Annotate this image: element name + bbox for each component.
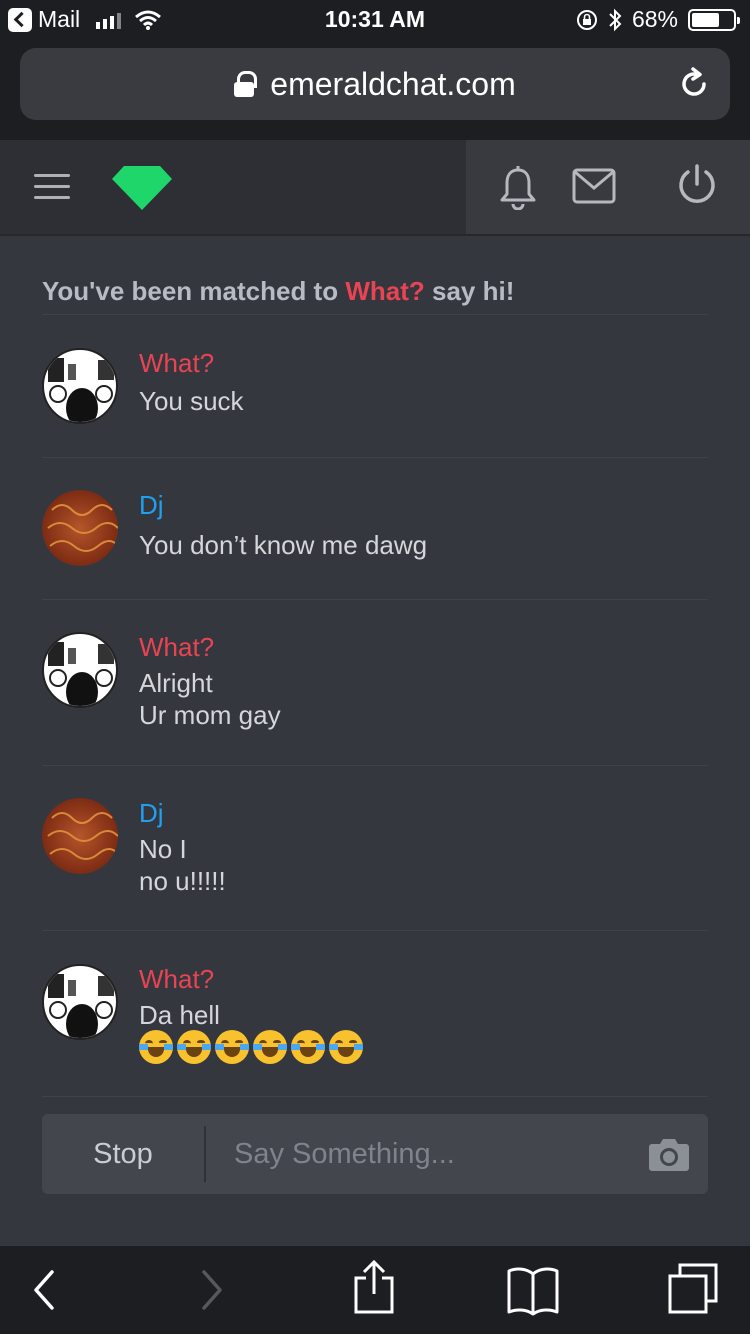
menu-icon[interactable] [34, 174, 70, 200]
message-input[interactable] [234, 1126, 634, 1182]
message-text: no u!!!!! [139, 866, 226, 896]
browser-chrome: emeraldchat.com [0, 40, 750, 140]
forward-icon[interactable] [198, 1266, 226, 1314]
battery-fill [692, 12, 720, 27]
url-text[interactable]: emeraldchat.com [270, 66, 515, 103]
bookmarks-icon[interactable] [506, 1266, 560, 1316]
match-partner-name[interactable]: What? [345, 276, 424, 306]
avatar[interactable] [42, 964, 118, 1040]
bluetooth-icon [609, 8, 622, 31]
avatar[interactable] [42, 348, 118, 424]
back-icon[interactable] [30, 1266, 58, 1314]
message-text: Da hell [139, 1000, 220, 1030]
divider [42, 930, 708, 931]
message-author[interactable]: Dj [139, 490, 164, 521]
divider [42, 314, 708, 315]
share-icon[interactable] [352, 1260, 396, 1316]
chat-message: Dj You don’t know me dawg [42, 490, 708, 580]
message-author[interactable]: What? [139, 632, 214, 663]
mail-icon[interactable] [572, 168, 616, 204]
divider [42, 765, 708, 766]
power-icon[interactable] [676, 164, 718, 206]
message-text: No I [139, 834, 187, 864]
message-author[interactable]: What? [139, 348, 214, 379]
tabs-icon[interactable] [666, 1262, 720, 1316]
reload-icon[interactable] [676, 66, 712, 102]
chat-message: Dj No I no u!!!!! [42, 798, 708, 908]
url-display[interactable]: emeraldchat.com [20, 48, 730, 120]
stop-button[interactable]: Stop [42, 1114, 204, 1194]
tears-of-joy-emoji [177, 1030, 211, 1064]
composer-divider [204, 1126, 206, 1182]
match-suffix: say hi! [431, 276, 515, 306]
bell-icon[interactable] [498, 166, 538, 210]
message-composer: Stop [42, 1114, 708, 1194]
message-text: You don’t know me dawg [139, 530, 428, 560]
avatar[interactable] [42, 490, 118, 566]
battery-icon [688, 8, 740, 31]
chat-message: What? Alright Ur mom gay [42, 632, 708, 742]
status-right: 68% [576, 6, 740, 33]
tears-of-joy-emoji [329, 1030, 363, 1064]
tears-of-joy-emoji [291, 1030, 325, 1064]
rotation-lock-icon [576, 9, 597, 30]
lock-icon [234, 71, 258, 97]
status-bar: Mail 10:31 AM 68% [0, 0, 750, 40]
divider [42, 457, 708, 458]
tears-of-joy-emoji [215, 1030, 249, 1064]
address-bar[interactable]: emeraldchat.com [20, 48, 730, 120]
avatar[interactable] [42, 798, 118, 874]
emoji-row [139, 1030, 363, 1064]
battery-percent: 68% [631, 6, 678, 32]
chat-message: What? You suck [42, 348, 708, 438]
tears-of-joy-emoji [139, 1030, 173, 1064]
message-text: Alright [139, 668, 213, 698]
message-author[interactable]: Dj [139, 798, 164, 829]
chat-message: What? Da hell [42, 964, 708, 1074]
divider [42, 599, 708, 600]
avatar[interactable] [42, 632, 118, 708]
tears-of-joy-emoji [253, 1030, 287, 1064]
match-notice: You've been matched to What? say hi! [42, 276, 514, 307]
message-text: Ur mom gay [139, 700, 281, 730]
match-prefix: You've been matched to [42, 276, 339, 306]
message-author[interactable]: What? [139, 964, 214, 995]
divider [42, 1096, 708, 1097]
message-text: You suck [139, 386, 244, 416]
gem-logo-icon[interactable] [112, 166, 172, 210]
camera-icon[interactable] [648, 1136, 690, 1172]
